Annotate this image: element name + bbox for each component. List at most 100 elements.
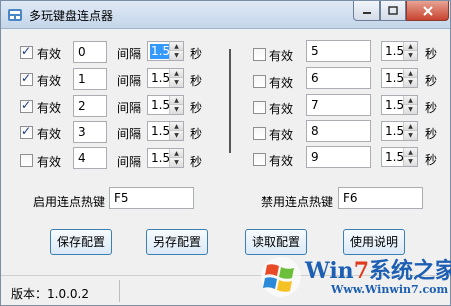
key-input-8[interactable]: 8 [306, 120, 371, 142]
spin-down-icon[interactable]: ▼ [170, 158, 183, 167]
spinner-arrows: ▲ ▼ [169, 69, 183, 87]
watermark-brand: Win7系统之家 [305, 253, 451, 285]
interval-spinner-7[interactable]: 1.5 ▲ ▼ [381, 95, 418, 115]
key-input-1[interactable]: 1 [73, 68, 107, 90]
spin-down-icon[interactable]: ▼ [404, 51, 417, 60]
interval-value-6: 1.5 [385, 71, 405, 85]
close-button[interactable] [406, 1, 449, 21]
enable-label-0: 有效 [37, 47, 62, 61]
key-input-3[interactable]: 3 [73, 121, 107, 143]
interval-spinner-4[interactable]: 1.5 ▲ ▼ [147, 148, 184, 168]
minimize-icon [362, 11, 371, 14]
interval-spinner-9[interactable]: 1.5 ▲ ▼ [381, 147, 418, 167]
enable-checkbox-7[interactable] [253, 101, 266, 114]
interval-label-0: 间隔 [117, 47, 142, 61]
minimize-button[interactable] [353, 1, 380, 21]
unit-label-0: 秒 [190, 47, 203, 61]
interval-spinner-2[interactable]: 1.5 ▲ ▼ [147, 95, 184, 115]
spin-down-icon[interactable]: ▼ [404, 105, 417, 114]
enable-checkbox-6[interactable] [253, 75, 266, 88]
brand-prefix: Win [305, 258, 354, 284]
spin-up-icon[interactable]: ▲ [170, 96, 183, 105]
save-config-button[interactable]: 保存配置 [50, 229, 112, 255]
interval-label-3: 间隔 [117, 127, 142, 141]
enable-checkbox-8[interactable] [253, 127, 266, 140]
spin-down-icon[interactable]: ▼ [170, 105, 183, 114]
close-icon [422, 5, 433, 16]
spinner-arrows: ▲ ▼ [169, 122, 183, 140]
app-icon [8, 9, 22, 21]
key-input-9[interactable]: 9 [306, 146, 371, 168]
interval-value-8: 1.5 [385, 124, 405, 138]
disable-hotkey-input[interactable]: F6 [338, 187, 423, 209]
window-title: 多玩键盘连点器 [29, 9, 114, 23]
spin-up-icon[interactable]: ▲ [404, 96, 417, 105]
spin-down-icon[interactable]: ▼ [170, 51, 183, 60]
brand-seven: 7 [353, 258, 369, 284]
windows-logo-icon [261, 257, 301, 297]
enable-label-2: 有效 [37, 101, 62, 115]
key-input-2[interactable]: 2 [73, 95, 107, 117]
maximize-icon [388, 5, 398, 15]
interval-label-1: 间隔 [117, 74, 142, 88]
enable-checkbox-5[interactable] [253, 48, 266, 61]
spin-up-icon[interactable]: ▲ [170, 69, 183, 78]
enable-hotkey-input[interactable]: F5 [109, 187, 194, 209]
interval-spinner-0[interactable]: 1.5 ▲ ▼ [147, 41, 184, 61]
key-input-4[interactable]: 4 [73, 147, 107, 169]
brand-suffix: 系统之家 [369, 258, 451, 284]
watermark-url: Www.Winwin7.com [331, 283, 449, 296]
key-input-5[interactable]: 5 [306, 40, 371, 62]
unit-label-7: 秒 [425, 101, 438, 115]
spin-down-icon[interactable]: ▼ [404, 157, 417, 166]
unit-label-4: 秒 [190, 155, 203, 169]
spinner-arrows: ▲ ▼ [169, 149, 183, 167]
interval-spinner-1[interactable]: 1.5 ▲ ▼ [147, 68, 184, 88]
interval-spinner-8[interactable]: 1.5 ▲ ▼ [381, 121, 418, 141]
interval-label-2: 间隔 [117, 101, 142, 115]
spinner-arrows: ▲ ▼ [403, 42, 417, 60]
enable-checkbox-9[interactable] [253, 153, 266, 166]
spin-up-icon[interactable]: ▲ [170, 42, 183, 51]
spin-down-icon[interactable]: ▼ [404, 78, 417, 87]
interval-spinner-3[interactable]: 1.5 ▲ ▼ [147, 121, 184, 141]
interval-value-5: 1.5 [385, 44, 405, 58]
enable-label-4: 有效 [37, 155, 62, 169]
enable-label-5: 有效 [269, 49, 294, 63]
unit-label-3: 秒 [190, 127, 203, 141]
spin-up-icon[interactable]: ▲ [404, 69, 417, 78]
enable-checkbox-3[interactable] [20, 124, 33, 139]
interval-value-4: 1.5 [151, 151, 171, 165]
unit-label-8: 秒 [425, 127, 438, 141]
spinner-arrows: ▲ ▼ [403, 69, 417, 87]
spin-up-icon[interactable]: ▲ [404, 42, 417, 51]
spin-down-icon[interactable]: ▼ [170, 131, 183, 140]
interval-value-7: 1.5 [385, 98, 405, 112]
spin-down-icon[interactable]: ▼ [170, 78, 183, 87]
interval-value-0: 1.5 [150, 44, 172, 59]
title-bar[interactable]: 多玩键盘连点器 [1, 1, 450, 29]
spin-down-icon[interactable]: ▼ [404, 131, 417, 140]
enable-checkbox-2[interactable] [20, 98, 33, 113]
spin-up-icon[interactable]: ▲ [170, 122, 183, 131]
enable-checkbox-4[interactable] [20, 154, 33, 167]
key-input-7[interactable]: 7 [306, 94, 371, 116]
interval-value-1: 1.5 [151, 71, 171, 85]
enable-checkbox-1[interactable] [20, 71, 33, 86]
spin-up-icon[interactable]: ▲ [404, 148, 417, 157]
maximize-button[interactable] [380, 1, 406, 21]
watermark: Win7系统之家 Www.Winwin7.com [259, 249, 451, 305]
key-input-0[interactable]: 0 [73, 41, 107, 63]
interval-label-4: 间隔 [117, 155, 142, 169]
enable-checkbox-0[interactable] [20, 44, 33, 59]
spinner-arrows: ▲ ▼ [169, 42, 183, 60]
interval-spinner-6[interactable]: 1.5 ▲ ▼ [381, 68, 418, 88]
key-input-6[interactable]: 6 [306, 67, 371, 89]
interval-spinner-5[interactable]: 1.5 ▲ ▼ [381, 41, 418, 61]
save-as-config-button[interactable]: 另存配置 [146, 229, 208, 255]
unit-label-6: 秒 [425, 74, 438, 88]
column-divider [229, 49, 231, 153]
spin-up-icon[interactable]: ▲ [170, 149, 183, 158]
spin-up-icon[interactable]: ▲ [404, 122, 417, 131]
spinner-arrows: ▲ ▼ [169, 96, 183, 114]
